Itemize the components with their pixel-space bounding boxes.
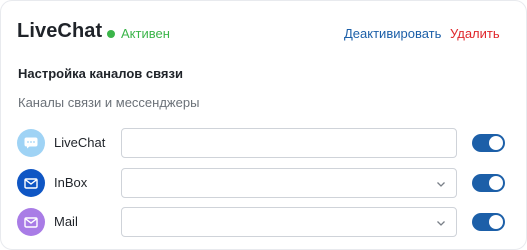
chevron-down-icon [437,182,445,187]
channel-label: Mail [54,214,78,229]
status-badge: Активен [107,26,170,41]
channel-card: LiveChat Активен Деактивировать Удалить … [0,0,527,250]
envelope-icon [17,208,45,236]
delete-button[interactable]: Удалить [450,26,500,41]
channel-row-mail: Mail [1,207,527,237]
livechat-input[interactable] [121,128,457,158]
channel-label: InBox [54,175,88,190]
channel-row-livechat: LiveChat [1,128,527,158]
toggle-knob [489,215,503,229]
inbox-toggle[interactable] [472,174,505,192]
toggle-knob [489,136,503,150]
mail-toggle[interactable] [472,213,505,231]
envelope-icon [17,169,45,197]
mail-select[interactable] [121,207,457,237]
chevron-down-icon [437,221,445,226]
livechat-toggle[interactable] [472,134,505,152]
toggle-knob [489,176,503,190]
inbox-select[interactable] [121,168,457,198]
channel-row-inbox: InBox [1,168,527,198]
chat-bubble-icon [17,129,45,157]
status-label: Активен [121,26,170,41]
deactivate-button[interactable]: Деактивировать [344,26,441,41]
page-title: LiveChat [17,20,103,42]
channel-label: LiveChat [54,135,106,150]
section-title: Настройка каналов связи [18,66,183,81]
status-dot-icon [107,29,115,38]
section-subtitle: Каналы связи и мессенджеры [18,95,200,110]
